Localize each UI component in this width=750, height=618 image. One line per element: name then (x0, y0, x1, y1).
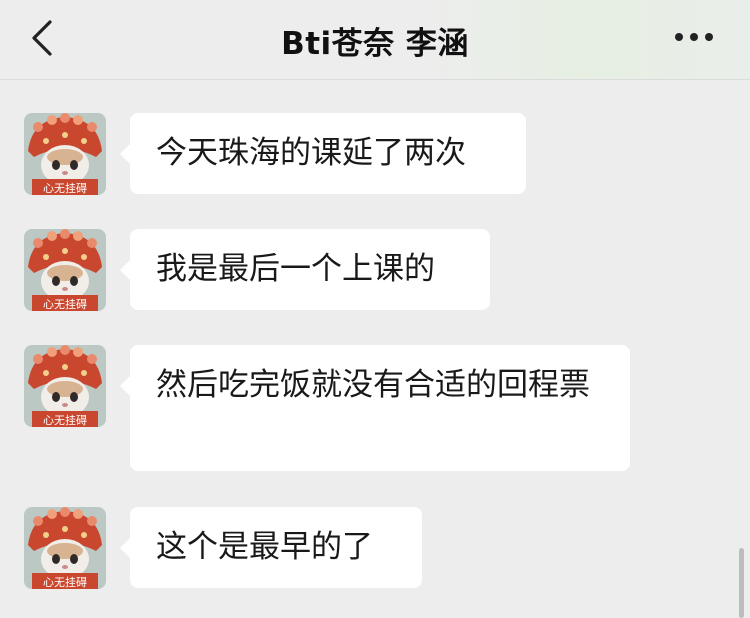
message-text: 今天珠海的课延了两次 (156, 135, 466, 171)
avatar-caption: 心无挂碍 (43, 297, 87, 311)
message-bubble[interactable]: 我是最后一个上课的 (120, 229, 490, 310)
cat-avatar-icon: 心无挂碍 (24, 113, 106, 195)
chat-title: Bti苍奈 李涵 (281, 26, 469, 62)
avatar-caption: 心无挂碍 (43, 413, 87, 427)
message-text: 这个是最早的了 (156, 529, 373, 565)
cat-avatar-icon: 心无挂碍 (24, 345, 106, 427)
scrollbar[interactable] (739, 548, 744, 618)
cat-avatar-icon: 心无挂碍 (24, 507, 106, 589)
avatar[interactable]: 心无挂碍 (24, 113, 106, 195)
cat-avatar-icon: 心无挂碍 (24, 229, 106, 311)
chat-header: Bti苍奈 李涵 (0, 0, 750, 80)
avatar-caption: 心无挂碍 (43, 575, 87, 589)
avatar[interactable]: 心无挂碍 (24, 345, 106, 427)
message-text: 然后吃完饭就没有合适的回程票 (156, 367, 590, 403)
message-bubble[interactable]: 然后吃完饭就没有合适的回程票 (120, 345, 630, 471)
more-options-button[interactable] (674, 22, 714, 52)
avatar[interactable]: 心无挂碍 (24, 229, 106, 311)
message-text: 我是最后一个上课的 (156, 251, 435, 287)
message-bubble[interactable]: 这个是最早的了 (120, 507, 422, 588)
message-bubble[interactable]: 今天珠海的课延了两次 (120, 113, 526, 194)
avatar[interactable]: 心无挂碍 (24, 507, 106, 589)
avatar-caption: 心无挂碍 (43, 181, 87, 195)
more-dots-icon (675, 33, 713, 41)
